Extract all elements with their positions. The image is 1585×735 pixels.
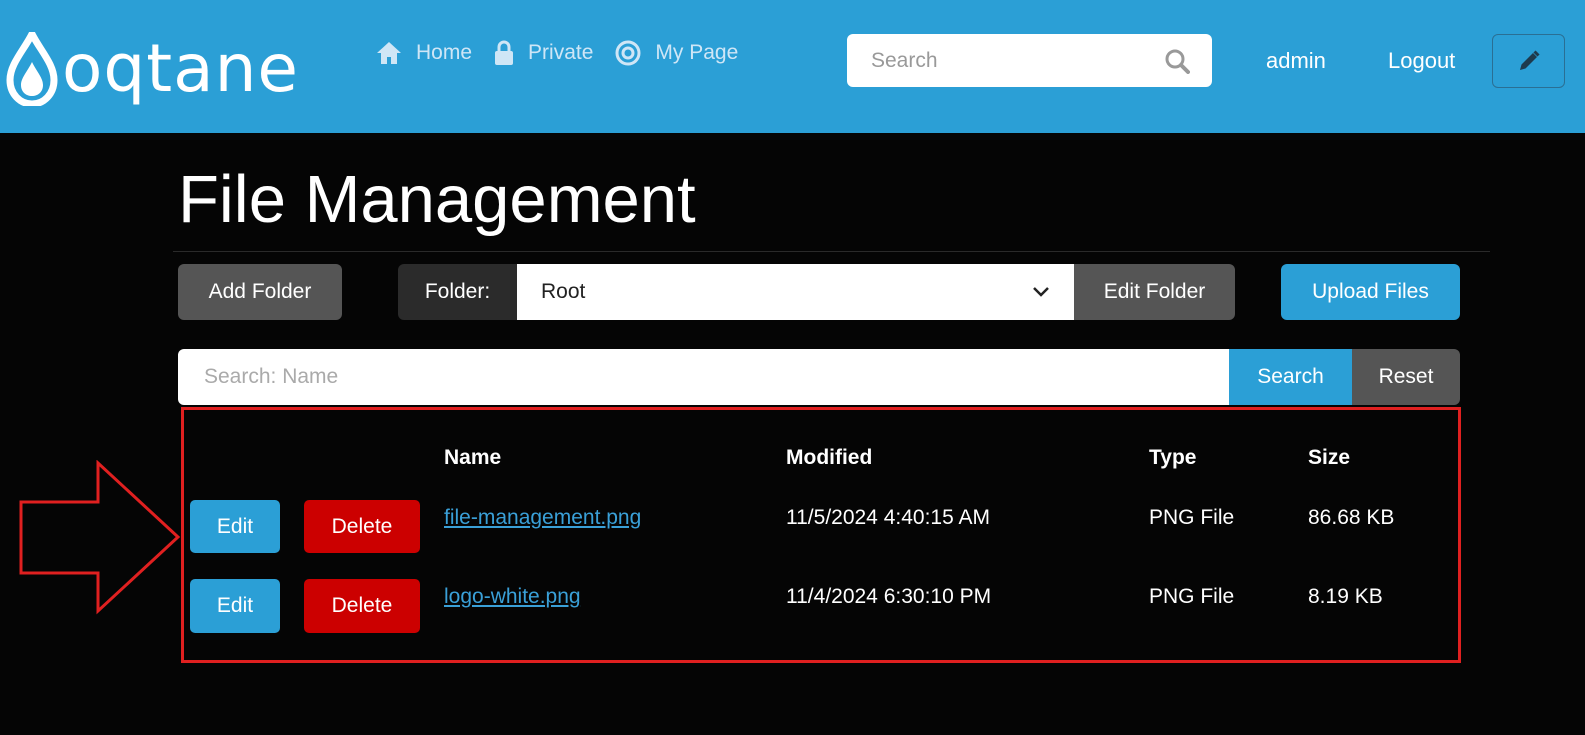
nav-private-label: Private: [528, 41, 594, 64]
top-navigation-bar: oqtane Home Private My Page Search admin…: [0, 0, 1585, 133]
user-profile-link[interactable]: admin: [1266, 48, 1326, 74]
file-name-link[interactable]: file-management.png: [444, 506, 641, 530]
nav-home[interactable]: Home: [376, 41, 472, 65]
reset-button[interactable]: Reset: [1352, 349, 1460, 405]
file-name-link[interactable]: logo-white.png: [444, 585, 581, 609]
file-modified: 11/5/2024 4:40:15 AM: [786, 506, 990, 529]
page-title: File Management: [178, 162, 696, 237]
delete-file-button[interactable]: Delete: [304, 579, 420, 633]
target-icon: [615, 40, 641, 66]
lock-icon: [495, 40, 514, 65]
folder-label: Folder:: [398, 264, 517, 320]
file-size: 8.19 KB: [1308, 585, 1383, 608]
site-search-input[interactable]: [869, 47, 1164, 74]
droplet-logo-icon: [6, 32, 58, 106]
file-size: 86.68 KB: [1308, 506, 1395, 529]
edit-file-button[interactable]: Edit: [190, 579, 280, 633]
file-type: PNG File: [1149, 506, 1235, 529]
home-icon: [377, 42, 401, 64]
nav-my-page[interactable]: My Page: [615, 40, 738, 66]
search-button[interactable]: Search: [1229, 349, 1352, 405]
edit-mode-button[interactable]: [1492, 34, 1565, 88]
site-search: [847, 34, 1212, 87]
title-divider: [173, 251, 1490, 252]
edit-file-button[interactable]: Edit: [190, 500, 280, 553]
folder-select[interactable]: Root: [517, 264, 1074, 320]
main-nav: Home Private My Page: [376, 40, 760, 66]
oqtane-logo[interactable]: oqtane: [6, 30, 299, 108]
folder-select-value: Root: [541, 280, 586, 303]
column-header-name[interactable]: Name: [444, 446, 501, 470]
name-search-input[interactable]: [202, 364, 1205, 390]
edit-folder-button[interactable]: Edit Folder: [1074, 264, 1235, 320]
column-header-size[interactable]: Size: [1308, 446, 1350, 470]
search-icon[interactable]: [1164, 48, 1190, 74]
upload-files-button[interactable]: Upload Files: [1281, 264, 1460, 320]
nav-home-label: Home: [416, 41, 473, 64]
add-folder-button[interactable]: Add Folder: [178, 264, 342, 320]
file-modified: 11/4/2024 6:30:10 PM: [786, 585, 992, 608]
name-search-field: [178, 349, 1229, 405]
column-header-modified[interactable]: Modified: [786, 446, 872, 470]
pencil-icon: [1519, 50, 1540, 70]
nav-my-page-label: My Page: [655, 41, 739, 64]
annotation-arrow-icon: [19, 460, 181, 615]
chevron-down-icon: [1033, 287, 1049, 297]
logout-link[interactable]: Logout: [1388, 48, 1455, 74]
nav-private[interactable]: Private: [494, 40, 593, 66]
column-header-type[interactable]: Type: [1149, 446, 1196, 470]
logo-text: oqtane: [62, 30, 300, 107]
delete-file-button[interactable]: Delete: [304, 500, 420, 553]
file-type: PNG File: [1149, 585, 1235, 608]
